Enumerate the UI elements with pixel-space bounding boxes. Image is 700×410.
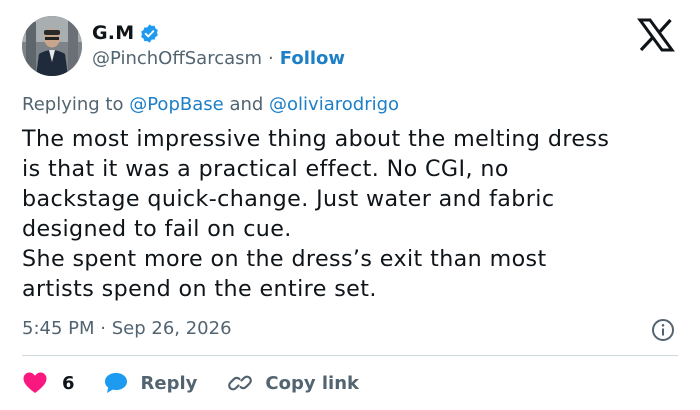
tweet-text: The most impressive thing about the melt…: [22, 124, 687, 304]
tweet-text-line: designed to fail on cue.: [22, 216, 292, 242]
divider: [22, 355, 678, 356]
tweet-time: 5:45 PM: [22, 318, 95, 339]
tweet-text-line: She spent more on the dress’s exit than …: [22, 246, 547, 272]
author-handle[interactable]: @PinchOffSarcasm: [92, 48, 262, 69]
action-bar: 6 Reply Copy link: [22, 368, 359, 398]
x-logo-icon[interactable]: [636, 17, 676, 53]
reply-label: Reply: [140, 372, 198, 394]
tweet-date: Sep 26, 2026: [111, 318, 232, 339]
reply-prefix: Replying to: [22, 94, 124, 115]
timestamp-separator: ·: [100, 318, 106, 339]
reply-conjunction: and: [229, 94, 264, 115]
copy-link-label: Copy link: [265, 372, 359, 394]
reply-button[interactable]: Reply: [103, 371, 198, 395]
tweet-text-line: is that it was a practical effect. No CG…: [22, 156, 509, 182]
handle-separator: ·: [268, 48, 274, 69]
like-count: 6: [62, 372, 75, 394]
mention-popbase[interactable]: @PopBase: [129, 94, 223, 115]
tweet-card: G.M @PinchOffSarcasm · Follow Replying t…: [0, 0, 700, 410]
copy-link-button[interactable]: Copy link: [227, 371, 359, 395]
tweet-text-line: artists spend on the entire set.: [22, 276, 377, 302]
author-name-row: G.M: [92, 20, 160, 46]
tweet-timestamp[interactable]: 5:45 PM · Sep 26, 2026: [22, 318, 232, 339]
verified-badge-icon: [139, 23, 160, 44]
speech-bubble-icon: [103, 371, 129, 395]
like-button[interactable]: 6: [22, 371, 75, 395]
mention-oliviarodrigo[interactable]: @oliviarodrigo: [269, 94, 399, 115]
follow-button[interactable]: Follow: [280, 48, 345, 69]
display-name[interactable]: G.M: [92, 22, 134, 44]
tweet-text-line: backstage quick-change. Just water and f…: [22, 186, 555, 212]
heart-icon: [22, 371, 48, 395]
tweet-text-line: The most impressive thing about the melt…: [22, 126, 610, 152]
avatar[interactable]: [22, 16, 82, 76]
handle-row: @PinchOffSarcasm · Follow: [92, 48, 345, 69]
person-avatar-icon: [22, 16, 82, 76]
reply-context: Replying to @PopBase and @oliviarodrigo: [22, 94, 399, 115]
link-icon: [227, 371, 253, 395]
info-icon[interactable]: [651, 318, 675, 342]
